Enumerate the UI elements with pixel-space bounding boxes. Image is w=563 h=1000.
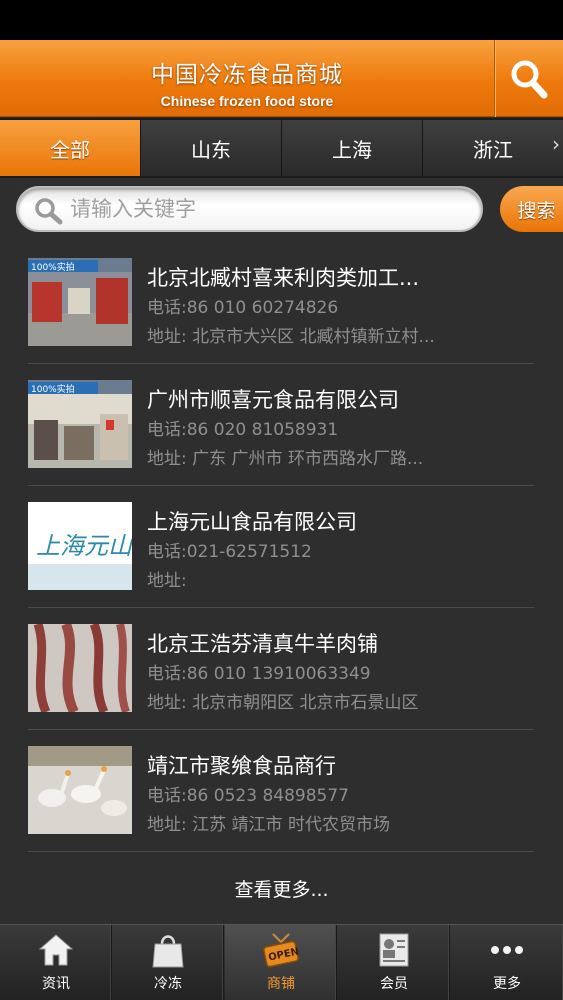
store-name: 广州市顺喜元食品有限公司	[147, 388, 399, 412]
address-value: 广东 广州市 环市西路水厂路...	[192, 449, 424, 469]
store-address: 地址: 北京市朝阳区 北京市石景山区	[147, 688, 419, 713]
photo-badge: 100%实拍	[31, 383, 75, 395]
store-address: 地址: 广东 广州市 环市西路水厂路...	[147, 444, 423, 469]
store-name: 北京北臧村喜来利肉类加工...	[147, 266, 420, 290]
store-thumbnail: 100%实拍	[28, 380, 132, 468]
load-more-link[interactable]: 查看更多...	[0, 868, 563, 912]
tab-all[interactable]: 全部	[0, 120, 141, 176]
phone-label: 电话:	[147, 786, 187, 806]
store-photo	[28, 624, 132, 712]
logo-text: 上海元山	[36, 532, 132, 560]
home-icon	[0, 931, 112, 969]
status-bar	[0, 0, 563, 40]
nav-item-news[interactable]: 资讯	[0, 925, 112, 1000]
search-submit-button[interactable]: 搜索	[500, 186, 563, 232]
nav-label: 商铺	[267, 976, 295, 992]
search-input[interactable]	[70, 193, 470, 225]
address-label: 地址:	[147, 571, 187, 591]
store-address: 地址: 江苏 靖江市 时代农贸市场	[147, 810, 390, 835]
app-title-block: 中国冷冻食品商城 Chinese frozen food store	[0, 40, 494, 117]
nav-label: 冷冻	[154, 976, 182, 992]
tab-shanghai[interactable]: 上海	[282, 120, 423, 176]
phone-label: 电话:	[147, 420, 187, 440]
app-subtitle: Chinese frozen food store	[160, 93, 334, 109]
store-name: 靖江市聚飨食品商行	[147, 754, 336, 778]
shopping-bag-icon	[112, 931, 224, 969]
address-label: 地址:	[147, 693, 187, 713]
address-value: 北京市大兴区 北臧村镇新立村...	[192, 327, 435, 347]
store-phone: 电话:86 020 81058931	[147, 415, 338, 440]
store-phone: 电话:86 010 60274826	[147, 293, 338, 318]
list-item[interactable]: 靖江市聚飨食品商行 电话:86 0523 84898577 地址: 江苏 靖江市…	[28, 730, 534, 852]
phone-label: 电话:	[147, 542, 187, 562]
header-search-button[interactable]	[494, 40, 563, 117]
nav-item-frozen[interactable]: 冷冻	[112, 925, 224, 1000]
store-photo: 100%实拍	[28, 258, 132, 346]
store-name: 北京王浩芬清真牛羊肉铺	[147, 632, 378, 656]
app-title: 中国冷冻食品商城	[151, 62, 343, 88]
list-item[interactable]: 100%实拍 北京北臧村喜来利肉类加工... 电话:86 010 6027482…	[28, 242, 534, 364]
store-phone: 电话:021-62571512	[147, 537, 312, 562]
phone-value: 86 0523 84898577	[186, 786, 349, 806]
store-phone: 电话:86 0523 84898577	[147, 781, 349, 806]
address-value: 江苏 靖江市 时代农贸市场	[192, 815, 390, 835]
member-card-icon	[338, 931, 450, 969]
nav-label: 更多	[493, 976, 521, 992]
more-dots-icon	[451, 931, 563, 969]
address-label: 地址:	[147, 327, 187, 347]
phone-value: 021-62571512	[186, 542, 312, 562]
address-label: 地址:	[147, 449, 187, 469]
list-item[interactable]: 上海元山 上海元山食品有限公司 电话:021-62571512 地址:	[28, 486, 534, 608]
nav-item-members[interactable]: 会员	[338, 925, 450, 1000]
address-label: 地址:	[147, 815, 187, 835]
region-tabs: ‹ 全部 山东 上海 浙江 ›	[0, 118, 563, 178]
store-photo	[28, 746, 132, 834]
bottom-nav: 资讯 冷冻 OPEN 商铺 会员 更多	[0, 924, 563, 1000]
search-box	[16, 186, 483, 232]
list-item[interactable]: 100%实拍 广州市顺喜元食品有限公司 电话:86 020 81058931 地…	[28, 364, 534, 486]
store-name: 上海元山食品有限公司	[147, 510, 357, 534]
open-sign-icon: OPEN	[225, 931, 337, 969]
store-logo: 上海元山	[28, 502, 132, 590]
phone-label: 电话:	[147, 664, 187, 684]
tabs-scroll-right-icon[interactable]: ›	[552, 132, 560, 156]
app-header: 中国冷冻食品商城 Chinese frozen food store	[0, 40, 563, 117]
nav-item-more[interactable]: 更多	[451, 925, 563, 1000]
search-icon	[511, 60, 548, 98]
nav-label: 会员	[380, 976, 408, 992]
store-address: 地址: 北京市大兴区 北臧村镇新立村...	[147, 322, 435, 347]
search-row: 搜索	[0, 180, 563, 242]
nav-item-stores[interactable]: OPEN 商铺	[225, 925, 337, 1000]
phone-value: 86 020 81058931	[186, 420, 339, 440]
photo-badge: 100%实拍	[31, 261, 75, 273]
store-photo: 100%实拍	[28, 380, 132, 468]
tab-zhejiang[interactable]: 浙江	[423, 120, 563, 176]
search-icon	[35, 198, 63, 225]
store-thumbnail	[28, 746, 132, 834]
store-thumbnail	[28, 624, 132, 712]
store-address: 地址:	[147, 566, 187, 591]
phone-value: 86 010 60274826	[186, 298, 339, 318]
phone-label: 电话:	[147, 298, 187, 318]
store-thumbnail: 上海元山	[28, 502, 132, 590]
nav-label: 资讯	[42, 976, 70, 992]
list-item[interactable]: 北京王浩芬清真牛羊肉铺 电话:86 010 13910063349 地址: 北京…	[28, 608, 534, 730]
store-phone: 电话:86 010 13910063349	[147, 659, 371, 684]
address-value: 北京市朝阳区 北京市石景山区	[192, 693, 419, 713]
phone-value: 86 010 13910063349	[186, 664, 371, 684]
tab-shandong[interactable]: 山东	[141, 120, 282, 176]
store-thumbnail: 100%实拍	[28, 258, 132, 346]
